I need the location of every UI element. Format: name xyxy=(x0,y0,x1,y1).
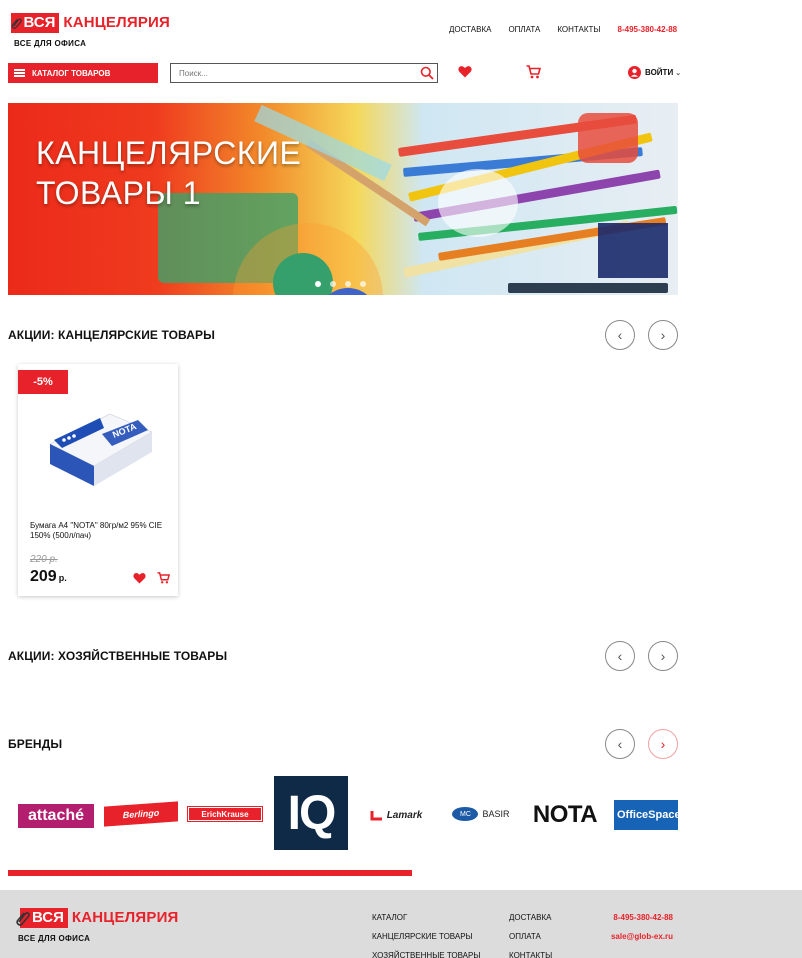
footer-logo-subtitle: ВСЕ ДЛЯ ОФИСА xyxy=(18,934,91,943)
brands-scroll-progress xyxy=(8,870,412,876)
menu-icon xyxy=(14,69,25,77)
footer-email[interactable]: sale@glob-ex.ru xyxy=(610,927,673,946)
currency: р. xyxy=(58,573,67,583)
household-next-button[interactable]: › xyxy=(648,641,678,671)
nav-link-contacts[interactable]: КОНТАКТЫ xyxy=(557,25,600,34)
lamark-mark-icon xyxy=(370,811,382,821)
footer-contacts: 8-495-380-42-88 sale@glob-ex.ru xyxy=(610,908,673,946)
slider-dot[interactable] xyxy=(360,281,366,287)
product-name[interactable]: Бумага А4 "NOTA" 80гр/м2 95% CIE 150% (5… xyxy=(30,521,170,541)
footer-info-links: ДОСТАВКА ОПЛАТА КОНТАКТЫ xyxy=(509,908,552,958)
slider-dot[interactable] xyxy=(330,281,336,287)
top-nav: ДОСТАВКА ОПЛАТА КОНТАКТЫ 8-495-380-42-88 xyxy=(449,25,694,34)
brand-basir-mc: MC xyxy=(452,807,479,821)
catalog-button[interactable]: КАТАЛОГ ТОВАРОВ xyxy=(8,63,158,83)
login-label: ВОЙТИ xyxy=(645,68,674,77)
section-title-brands: БРЕНДЫ xyxy=(8,737,63,751)
chevron-right-icon: › xyxy=(660,736,666,752)
footer-link-household[interactable]: ХОЗЯЙСТВЕННЫЕ ТОВАРЫ xyxy=(372,946,480,958)
nav-link-payment[interactable]: ОПЛАТА xyxy=(508,25,540,34)
brand-logo-nota[interactable]: NOTA xyxy=(526,801,604,828)
brand-logo-lamark[interactable]: Lamark xyxy=(358,804,434,826)
brand-logo-basir[interactable]: MC BASIR xyxy=(446,804,516,824)
chevron-right-icon: › xyxy=(660,648,666,664)
brand-lamark-label: Lamark xyxy=(386,809,423,821)
brand-basir-label: BASIR xyxy=(482,809,510,819)
banner-title-line-2: ТОВАРЫ 1 xyxy=(36,175,201,211)
footer: ВСЯ КАНЦЕЛЯРИЯ ВСЕ ДЛЯ ОФИСА КАТАЛОГ КАН… xyxy=(0,890,802,958)
stationery-prev-button[interactable]: ‹ xyxy=(605,320,635,350)
footer-link-payment[interactable]: ОПЛАТА xyxy=(509,927,552,946)
product-image: NOTA xyxy=(49,413,153,486)
brand-logo-iq[interactable]: IQ xyxy=(274,776,348,850)
search-input[interactable] xyxy=(171,65,411,81)
hero-banner[interactable]: КАНЦЕЛЯРСКИЕ ТОВАРЫ 1 xyxy=(8,103,678,295)
brand-logo-berlingo[interactable]: Berlingo xyxy=(104,801,178,827)
header-phone[interactable]: 8-495-380-42-88 xyxy=(618,25,678,34)
site-logo[interactable]: ВСЯ КАНЦЕЛЯРИЯ ВСЕ ДЛЯ ОФИСА xyxy=(10,13,170,51)
new-price: 209 р. xyxy=(30,568,67,586)
brands-carousel: attaché Berlingo ErichKrause IQ Lamark M… xyxy=(8,776,678,852)
old-price: 220 р. xyxy=(30,554,58,565)
stationery-next-button[interactable]: › xyxy=(648,320,678,350)
paperclip-icon xyxy=(16,912,30,926)
paperclip-icon xyxy=(11,18,22,29)
footer-phone[interactable]: 8-495-380-42-88 xyxy=(610,908,673,927)
section-title-household: АКЦИИ: ХОЗЯЙСТВЕННЫЕ ТОВАРЫ xyxy=(8,649,228,663)
slider-dots xyxy=(315,281,366,287)
chevron-left-icon: ‹ xyxy=(617,648,623,664)
nav-link-delivery[interactable]: ДОСТАВКА xyxy=(449,25,491,34)
brands-prev-button[interactable]: ‹ xyxy=(605,729,635,759)
catalog-button-label: КАТАЛОГ ТОВАРОВ xyxy=(32,68,111,78)
slider-dot[interactable] xyxy=(345,281,351,287)
banner-title: КАНЦЕЛЯРСКИЕ ТОВАРЫ 1 xyxy=(36,133,301,213)
brand-logo-officespace[interactable]: OfficeSpace xyxy=(614,800,678,830)
footer-link-catalog[interactable]: КАТАЛОГ xyxy=(372,908,480,927)
cart-icon[interactable] xyxy=(526,65,541,79)
new-price-value: 209 xyxy=(30,568,57,585)
add-to-favorites-heart-icon[interactable] xyxy=(133,572,146,584)
product-card[interactable]: -5% NOTA Бумага А4 "NOTA" 80гр/м2 95% CI… xyxy=(18,364,178,596)
favorites-heart-icon[interactable] xyxy=(458,65,472,78)
chevron-right-icon: › xyxy=(660,327,666,343)
page: ВСЯ КАНЦЕЛЯРИЯ ВСЕ ДЛЯ ОФИСА ДОСТАВКА ОП… xyxy=(0,0,802,958)
household-prev-button[interactable]: ‹ xyxy=(605,641,635,671)
brand-logo-erichkrause[interactable]: ErichKrause xyxy=(187,806,263,822)
chevron-left-icon: ‹ xyxy=(617,736,623,752)
logo-text: КАНЦЕЛЯРИЯ xyxy=(63,14,170,31)
section-title-stationery: АКЦИИ: КАНЦЕЛЯРСКИЕ ТОВАРЫ xyxy=(8,328,215,342)
login-button[interactable]: ВОЙТИ ⌄ xyxy=(628,66,681,79)
footer-link-stationery[interactable]: КАНЦЕЛЯРСКИЕ ТОВАРЫ xyxy=(372,927,480,946)
slider-dot[interactable] xyxy=(315,281,321,287)
add-to-cart-icon[interactable] xyxy=(157,572,170,584)
discount-badge: -5% xyxy=(18,370,68,394)
search-icon[interactable] xyxy=(420,66,434,80)
banner-title-line-1: КАНЦЕЛЯРСКИЕ xyxy=(36,135,302,171)
search-box xyxy=(170,63,438,83)
footer-link-delivery[interactable]: ДОСТАВКА xyxy=(509,908,552,927)
logo-subtitle: ВСЕ ДЛЯ ОФИСА xyxy=(14,39,87,48)
footer-catalog-links: КАТАЛОГ КАНЦЕЛЯРСКИЕ ТОВАРЫ ХОЗЯЙСТВЕННЫ… xyxy=(372,908,480,958)
chevron-down-icon: ⌄ xyxy=(675,69,682,77)
footer-logo-text: КАНЦЕЛЯРИЯ xyxy=(71,909,179,926)
chevron-left-icon: ‹ xyxy=(617,327,623,343)
footer-logo[interactable]: ВСЯ КАНЦЕЛЯРИЯ ВСЕ ДЛЯ ОФИСА xyxy=(14,908,179,943)
brands-next-button[interactable]: › xyxy=(648,729,678,759)
footer-link-contacts[interactable]: КОНТАКТЫ xyxy=(509,946,552,958)
user-icon xyxy=(628,66,641,79)
brand-logo-attache[interactable]: attaché xyxy=(18,804,94,828)
